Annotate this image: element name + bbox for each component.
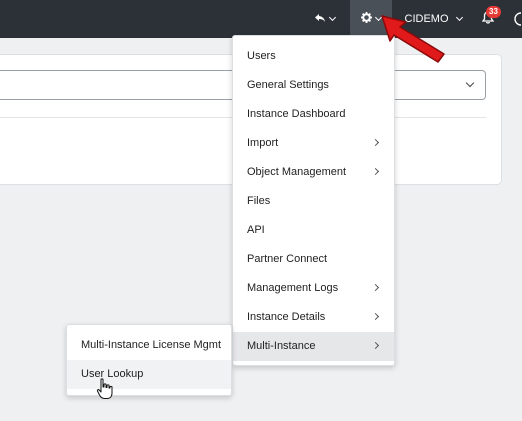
- gear-icon: [361, 12, 372, 26]
- menu-item-label: General Settings: [247, 79, 329, 91]
- menu-item-label: Multi-Instance: [247, 340, 316, 352]
- menu-item-instance-dashboard[interactable]: Instance Dashboard: [233, 100, 394, 129]
- menu-item-partner-connect[interactable]: Partner Connect: [233, 245, 394, 274]
- chevron-down-icon: [328, 13, 336, 22]
- multi-instance-submenu: Multi-Instance License Mgmt User Lookup: [66, 324, 232, 396]
- chevron-right-icon: [371, 341, 380, 350]
- notifications-button[interactable]: 33: [473, 0, 503, 38]
- menu-item-label: Object Management: [247, 166, 347, 178]
- chevron-down-icon: [465, 78, 475, 88]
- menu-item-object-management[interactable]: Object Management: [233, 158, 394, 187]
- menu-item-label: Partner Connect: [247, 253, 328, 265]
- menu-item-label: Import: [247, 137, 279, 149]
- submenu-item-label: Multi-Instance License Mgmt: [81, 339, 221, 351]
- chevron-down-icon: [455, 13, 463, 22]
- chevron-right-icon: [371, 312, 380, 321]
- menu-item-instance-details[interactable]: Instance Details: [233, 303, 394, 332]
- menu-item-multi-instance[interactable]: Multi-Instance: [233, 332, 394, 361]
- menu-item-api[interactable]: API: [233, 216, 394, 245]
- red-pointer-arrow-icon: [378, 14, 450, 67]
- menu-item-files[interactable]: Files: [233, 187, 394, 216]
- menu-item-users[interactable]: Users: [233, 42, 394, 71]
- menu-item-management-logs[interactable]: Management Logs: [233, 274, 394, 303]
- help-button[interactable]: [510, 0, 522, 38]
- menu-item-label: Management Logs: [247, 282, 339, 294]
- submenu-item-user-lookup[interactable]: User Lookup: [67, 360, 231, 389]
- menu-item-import[interactable]: Import: [233, 129, 394, 158]
- hand-cursor-icon: [96, 378, 114, 403]
- undo-arrow-icon: [314, 13, 326, 26]
- back-button[interactable]: [306, 0, 342, 38]
- menu-item-label: Instance Dashboard: [247, 108, 346, 120]
- settings-dropdown-menu: Users General Settings Instance Dashboar…: [232, 35, 395, 366]
- menu-item-label: Instance Details: [247, 311, 326, 323]
- menu-item-label: Users: [247, 50, 276, 62]
- menu-item-label: API: [247, 224, 265, 236]
- chevron-right-icon: [371, 138, 380, 147]
- menu-item-label: Files: [247, 195, 271, 207]
- notification-count-badge: 33: [486, 6, 501, 18]
- submenu-item-license-mgmt[interactable]: Multi-Instance License Mgmt: [67, 331, 231, 360]
- menu-item-general-settings[interactable]: General Settings: [233, 71, 394, 100]
- chevron-right-icon: [371, 167, 380, 176]
- chevron-right-icon: [371, 283, 380, 292]
